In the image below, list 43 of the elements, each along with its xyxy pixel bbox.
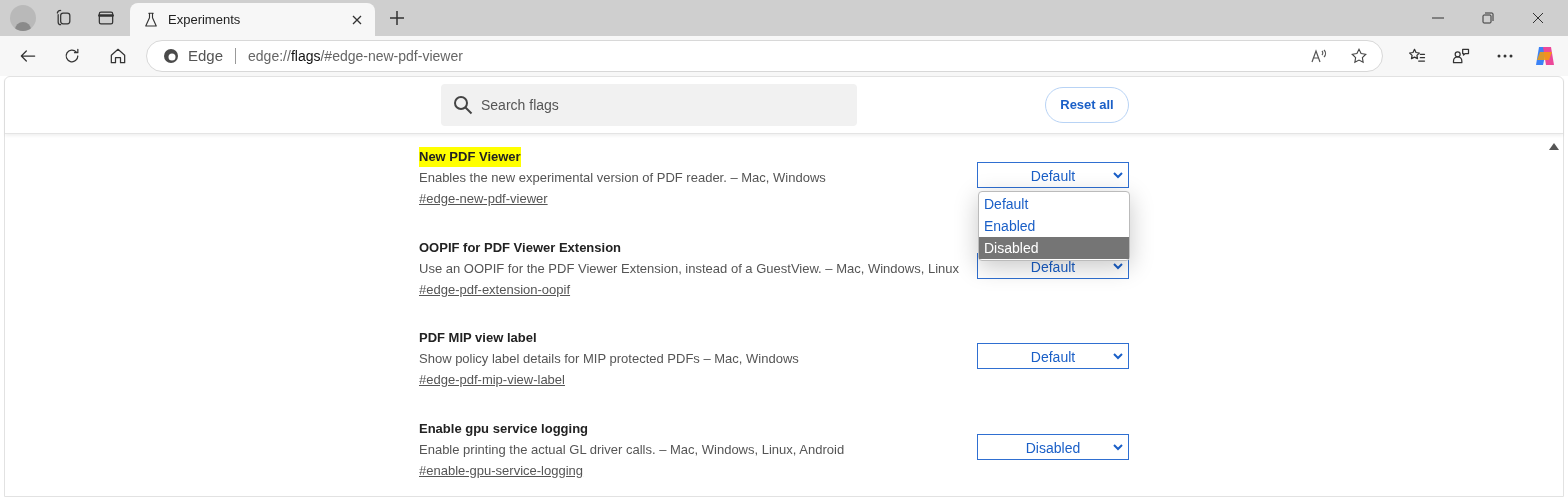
- home-icon[interactable]: [108, 46, 128, 66]
- favorite-icon[interactable]: [1350, 47, 1368, 65]
- new-tab-icon[interactable]: [389, 10, 405, 26]
- flag-description: Enables the new experimental version of PDF reader. – Mac, Windows: [419, 169, 827, 187]
- url-text: edge://flags/#edge-new-pdf-viewer: [248, 46, 463, 66]
- browser-tab[interactable]: Experiments: [130, 3, 375, 36]
- flag-anchor-link[interactable]: #enable-gpu-service-logging: [419, 459, 584, 482]
- flask-icon: [142, 10, 160, 29]
- search-field[interactable]: Search flags: [441, 84, 857, 126]
- flag-select[interactable]: Default: [977, 162, 1129, 188]
- flag-anchor-link[interactable]: #edge-pdf-extension-oopif: [419, 278, 571, 301]
- reset-all-button[interactable]: Reset all: [1045, 87, 1129, 123]
- flag-select[interactable]: Disabled: [977, 433, 1129, 460]
- dropdown-option[interactable]: Default: [979, 193, 1129, 215]
- chevron-icon: [1113, 443, 1123, 451]
- flag-description: Use an OOPIF for the PDF Viewer Extension, instead of a GuestView. – Mac, Windows, Linux: [419, 259, 960, 278]
- close-window-icon[interactable]: [1532, 12, 1544, 24]
- copilot-logo[interactable]: [1533, 44, 1557, 68]
- flag-title: OOPIF for PDF Viewer Extension: [419, 238, 622, 257]
- dropdown-option[interactable]: Enabled: [979, 215, 1129, 237]
- flag-anchor-link[interactable]: #edge-pdf-mip-view-label: [419, 369, 565, 391]
- search-icon: [453, 95, 473, 115]
- browser-logo: [163, 48, 179, 64]
- tab-title: Experiments: [168, 10, 242, 29]
- flag-title: New PDF Viewer: [419, 147, 521, 167]
- restore-icon[interactable]: [1482, 12, 1494, 24]
- chevron-icon: [1113, 262, 1123, 270]
- flag-description: Show policy label details for MIP protected PDFs – Mac, Windows: [419, 350, 800, 368]
- flag-anchor-link[interactable]: #edge-new-pdf-viewer: [419, 188, 548, 210]
- read-aloud-icon[interactable]: [1310, 47, 1328, 65]
- flag-description: Enable printing the actual GL driver calls. – Mac, Windows, Linux, Android: [419, 440, 846, 459]
- chevron-icon: [1113, 172, 1123, 179]
- more-icon[interactable]: [1497, 54, 1513, 58]
- chevron-icon: [1113, 353, 1123, 360]
- flag-title: Enable gpu service logging: [419, 419, 589, 438]
- scroll-up-icon[interactable]: [1549, 143, 1559, 151]
- address-bar[interactable]: Edge edge://flags/#edge-new-pdf-viewer: [146, 40, 1383, 72]
- close-icon[interactable]: [351, 13, 363, 26]
- flag-title: PDF MIP view label: [419, 329, 537, 347]
- flag-select[interactable]: Default: [977, 343, 1129, 369]
- dropdown-option[interactable]: Disabled: [979, 237, 1129, 259]
- people-chat-icon[interactable]: [1451, 46, 1471, 66]
- site-label: Edge: [188, 45, 224, 66]
